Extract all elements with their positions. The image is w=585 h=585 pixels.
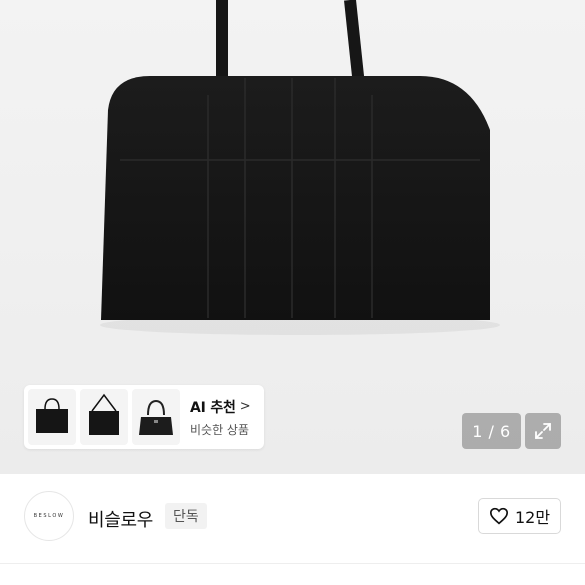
tote-bag-icon [36,398,68,433]
heart-outline-icon [489,507,508,525]
thumbnail-shoulder-bag[interactable] [80,389,128,445]
product-image-gallery[interactable]: AI 추천 > 비슷한 상품 1 / 6 [0,0,585,474]
seller-row: BESLOW 비슬로우 단독 12만 [0,474,585,564]
ai-recommend-subtitle: 비슷한 상품 [190,422,250,437]
seller-avatar[interactable]: BESLOW [24,491,74,541]
expand-image-button[interactable] [525,413,561,449]
like-button[interactable]: 12만 [478,498,561,534]
ai-recommend-title: AI 추천 > [190,397,251,417]
chevron-right-icon: > [239,399,251,414]
ai-recommendation-card[interactable]: AI 추천 > 비슷한 상품 [24,385,264,449]
ai-recommend-text[interactable]: AI 추천 > 비슷한 상품 [190,397,251,438]
seller-logo-text: BESLOW [33,513,65,519]
expand-arrows-icon [535,423,551,439]
thumbnail-tote[interactable] [28,389,76,445]
image-page-counter: 1 / 6 [462,413,521,449]
ai-recommend-title-label: AI 추천 [190,399,236,416]
thumbnail-handbag[interactable] [132,389,180,445]
shoulder-bag-icon [89,393,119,435]
like-count: 12만 [514,508,551,527]
exclusive-badge: 단독 [165,503,207,529]
seller-name[interactable]: 비슬로우 [88,506,153,532]
handbag-icon [139,399,173,435]
